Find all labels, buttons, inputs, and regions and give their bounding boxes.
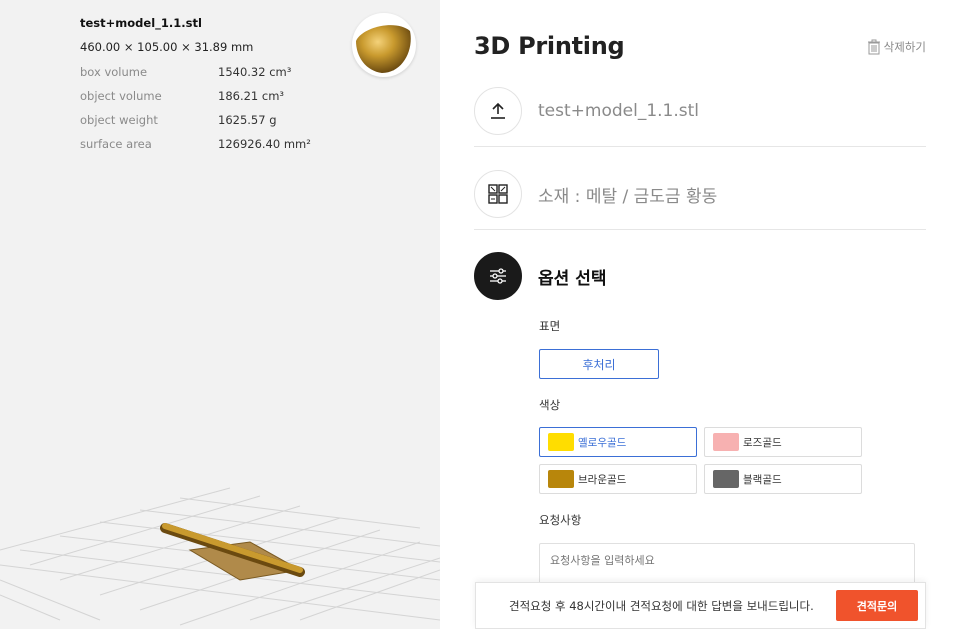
divider xyxy=(474,229,926,230)
model-stats-table: box volume 1540.32 cm³ object volume 186… xyxy=(80,60,311,156)
order-panel: 3D Printing 삭제하기 test+model_1.1.stl 소재:… xyxy=(440,0,966,629)
stat-key: surface area xyxy=(80,137,152,151)
step-options: 옵션 선택 xyxy=(474,252,926,300)
color-option-label: 로즈골드 xyxy=(743,436,782,449)
selected-material: 소재 : 메탈 / 금도금 황동 xyxy=(538,186,718,207)
3d-viewport[interactable] xyxy=(0,470,440,629)
model-preview-panel: test+model_1.1.stl 460.00 × 105.00 × 31.… xyxy=(0,0,440,629)
stat-row: object weight 1625.57 g xyxy=(80,108,311,132)
color-option-label: 브라운골드 xyxy=(578,473,627,486)
stat-key: object volume xyxy=(80,89,162,103)
model-filename: test+model_1.1.stl xyxy=(80,16,202,30)
color-option-label: 블랙골드 xyxy=(743,473,782,486)
stat-row: object volume 186.21 cm³ xyxy=(80,84,311,108)
gold-sphere-icon xyxy=(356,25,411,73)
material-preview-sphere xyxy=(352,13,416,77)
stat-value: 1625.57 g xyxy=(218,113,277,127)
stat-row: box volume 1540.32 cm³ xyxy=(80,60,311,84)
material-step-badge xyxy=(474,170,522,218)
stat-key: object weight xyxy=(80,113,158,127)
surface-finish-button[interactable]: 후처리 xyxy=(539,349,659,379)
step-material[interactable]: 소재 : 메탈 / 금도금 황동 xyxy=(474,170,926,218)
uploaded-filename: test+model_1.1.stl xyxy=(538,101,700,121)
options-title: 옵션 선택 xyxy=(538,268,607,289)
request-label: 요청사항 xyxy=(539,513,582,527)
color-option-black-gold[interactable]: 블랙골드 xyxy=(704,464,862,494)
options-step-badge xyxy=(474,252,522,300)
model-dimensions: 460.00 × 105.00 × 31.89 mm xyxy=(80,40,254,54)
color-swatch xyxy=(713,433,739,451)
footer-message: 견적요청 후 48시간이내 견적요청에 대한 답변을 보내드립니다. xyxy=(509,598,814,613)
color-option-brown-gold[interactable]: 브라운골드 xyxy=(539,464,697,494)
model-info: test+model_1.1.stl 460.00 × 105.00 × 31.… xyxy=(80,16,311,156)
color-swatch xyxy=(548,433,574,451)
stat-value: 1540.32 cm³ xyxy=(218,65,292,79)
upload-step-badge xyxy=(474,87,522,135)
trash-icon xyxy=(867,39,880,55)
divider xyxy=(474,146,926,147)
quote-request-button[interactable]: 견적문의 xyxy=(836,590,918,621)
quote-footer: 견적요청 후 48시간이내 견적요청에 대한 답변을 보내드립니다. 견적문의 xyxy=(475,582,926,629)
upload-icon xyxy=(491,102,505,119)
delete-button[interactable]: 삭제하기 xyxy=(867,39,926,55)
step-upload[interactable]: test+model_1.1.stl xyxy=(474,87,926,135)
color-option-rose-gold[interactable]: 로즈골드 xyxy=(704,427,862,457)
delete-label: 삭제하기 xyxy=(883,40,926,54)
color-swatch xyxy=(548,470,574,488)
sliders-icon xyxy=(490,268,506,284)
material-grid-icon xyxy=(488,184,508,204)
color-label: 색상 xyxy=(539,398,561,412)
panel-title: 3D Printing xyxy=(474,32,625,60)
stat-value: 186.21 cm³ xyxy=(218,89,285,103)
color-option-label: 옐로우골드 xyxy=(578,436,627,449)
stat-value: 126926.40 mm² xyxy=(218,137,311,151)
3d-model xyxy=(160,523,305,581)
color-swatch xyxy=(713,470,739,488)
stat-key: box volume xyxy=(80,65,148,79)
surface-label: 표면 xyxy=(539,319,561,333)
color-option-yellow-gold[interactable]: 옐로우골드 xyxy=(539,427,697,457)
stat-row: surface area 126926.40 mm² xyxy=(80,132,311,156)
